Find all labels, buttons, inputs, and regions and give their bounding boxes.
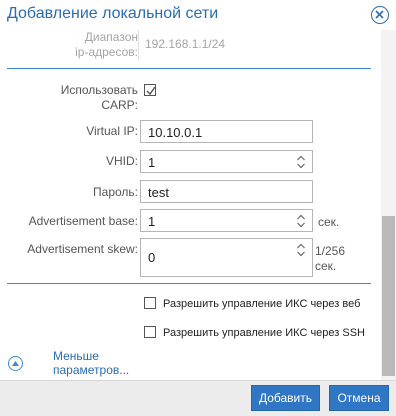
dialog-title: Добавление локальной сети	[7, 5, 219, 22]
virtual-ip-input[interactable]: 10.10.0.1	[140, 120, 313, 143]
password-label: Пароль:	[93, 185, 138, 199]
allow-web-label[interactable]: Разрешить управление ИКС через веб	[163, 298, 360, 310]
dialog-body: Диапазон ip-адресов: 192.168.1.1/24 Испо…	[0, 30, 396, 380]
password-input[interactable]: test	[140, 180, 313, 203]
adv-skew-label: Advertisement skew:	[27, 242, 138, 256]
spinner-arrows-icon[interactable]	[296, 155, 306, 169]
spinner-arrows-icon[interactable]	[296, 214, 306, 228]
section-separator-top	[7, 68, 371, 69]
dialog-footer: Добавить Отмена	[0, 380, 396, 416]
checkmark-icon	[146, 86, 156, 96]
section-separator-bottom	[7, 283, 371, 284]
ip-range-divider	[138, 30, 139, 60]
scrollbar[interactable]	[381, 30, 396, 380]
less-params-link[interactable]: Меньше параметров...	[53, 349, 129, 377]
dialog-header: Добавление локальной сети	[0, 0, 396, 30]
ip-range-label: Диапазон ip-адресов:	[75, 30, 138, 59]
scrollbar-thumb[interactable]	[382, 216, 395, 376]
vhid-label: VHID:	[105, 154, 138, 168]
allow-ssh-label[interactable]: Разрешить управление ИКС через SSH	[163, 327, 365, 339]
chevron-up-icon	[12, 361, 19, 366]
close-button[interactable]	[371, 6, 389, 24]
less-params-toggle[interactable]	[8, 356, 23, 371]
allow-web-checkbox[interactable]	[144, 297, 156, 309]
adv-base-stepper[interactable]: 1	[140, 209, 313, 232]
ip-range-value: 192.168.1.1/24	[145, 37, 226, 51]
adv-base-label: Advertisement base:	[28, 214, 138, 228]
virtual-ip-label: Virtual IP:	[86, 124, 138, 138]
allow-ssh-checkbox[interactable]	[144, 326, 156, 338]
cancel-button[interactable]: Отмена	[329, 385, 389, 411]
vhid-stepper[interactable]: 1	[140, 150, 313, 173]
use-carp-label: Использовать CARP:	[60, 83, 138, 112]
use-carp-checkbox[interactable]	[144, 84, 156, 96]
add-button[interactable]: Добавить	[251, 385, 320, 411]
adv-skew-stepper[interactable]: 0	[140, 238, 313, 277]
spinner-arrows-icon[interactable]	[296, 243, 306, 257]
close-icon	[375, 10, 384, 19]
adv-skew-unit: 1/256 сек.	[315, 244, 346, 273]
adv-base-unit: сек.	[318, 215, 340, 229]
